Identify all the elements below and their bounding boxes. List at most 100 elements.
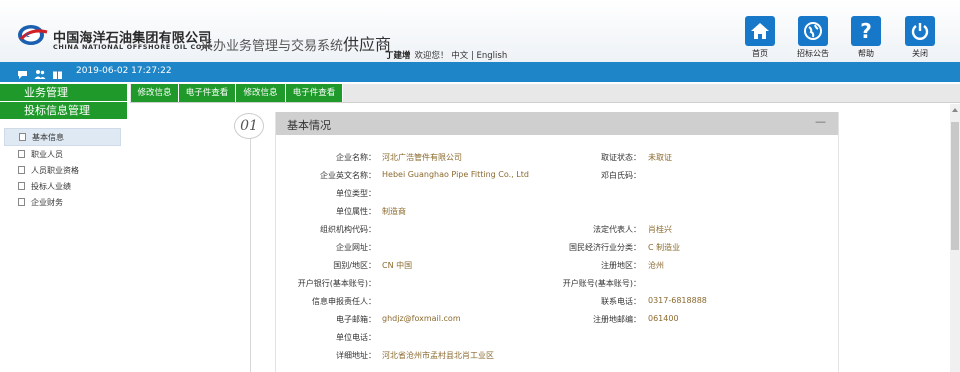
field-label: 注册地邮编：: [593, 315, 641, 324]
view-attachments-button-2[interactable]: 电子件查看: [286, 84, 343, 102]
field-value: 未取证: [648, 153, 672, 162]
cnooc-logo: C: [18, 25, 48, 45]
field-row: 信息申报责任人： 联系电话： 0317-6818888: [276, 296, 838, 314]
document-icon: [18, 198, 25, 206]
field-label: 单位属性：: [336, 207, 376, 216]
info-bar: 2019-06-02 17:27:22: [0, 62, 960, 82]
scrollbar-thumb[interactable]: [951, 122, 959, 250]
users-icon[interactable]: [34, 65, 46, 84]
lang-cn-link[interactable]: 中文: [451, 51, 468, 61]
field-row: 国别/地区： CN 中国 注册地区： 沧州: [276, 260, 838, 278]
sidebar-section-bidding[interactable]: 投标信息管理: [0, 102, 127, 120]
field-row: 企业英文名称： Hebei Guanghao Pipe Fitting Co., …: [276, 170, 838, 188]
home-icon: [745, 16, 775, 46]
home-button[interactable]: 首页: [740, 16, 780, 59]
basic-info-section: 基本情况 — 企业名称： 河北广浩管件有限公司 取证状态： 未取证 企业英文名称： H…: [275, 112, 839, 372]
field-row: 组织机构代码： 法定代表人： 肖桂兴: [276, 224, 838, 242]
field-label: 组织机构代码：: [320, 225, 376, 234]
field-value: 河北广浩管件有限公司: [382, 153, 462, 162]
document-icon: [18, 166, 25, 174]
lang-en-link[interactable]: English: [477, 51, 508, 61]
edit-info-button[interactable]: 修改信息: [131, 84, 179, 102]
field-label: 联系电话：: [601, 297, 641, 306]
gift-icon[interactable]: [52, 65, 63, 84]
field-row: 单位属性： 制造商: [276, 206, 838, 224]
field-label: 单位类型：: [336, 189, 376, 198]
field-label: 电子邮箱：: [336, 315, 376, 324]
sidebar-item-finance[interactable]: 企业财务: [4, 194, 121, 210]
user-name: 丁建增: [385, 51, 411, 61]
field-value: 制造商: [382, 207, 406, 216]
action-tab-bar: 修改信息 电子件查看 修改信息 电子件查看: [130, 84, 960, 103]
field-label: 企业网址：: [336, 243, 376, 252]
sidebar-item-performance[interactable]: 投标人业绩: [4, 178, 121, 194]
field-label: 国民经济行业分类：: [569, 243, 641, 252]
field-label: 详细地址：: [336, 351, 376, 360]
sidebar: 业务管理 投标信息管理 基本信息 职业人员 人员职业资格 投标人业绩 企业财务: [0, 84, 127, 372]
system-title: 采办业务管理与交易系统供应商: [200, 31, 391, 55]
field-label: 法定代表人：: [593, 225, 641, 234]
field-row: 单位电话：: [276, 332, 838, 350]
app-header: C 中国海洋石油集团有限公司 CHINA NATIONAL OFFSHORE O…: [0, 0, 960, 62]
field-row: 详细地址： 河北省沧州市孟村县北肖工业区: [276, 350, 838, 368]
sidebar-item-label: 职业人员: [31, 149, 63, 159]
field-row: 单位类型：: [276, 188, 838, 206]
help-icon: ?: [851, 16, 881, 46]
document-icon: [18, 182, 25, 190]
help-button-label: 帮助: [858, 49, 874, 58]
field-value: Hebei Guanghao Pipe Fitting Co., Ltd: [382, 170, 529, 179]
help-button[interactable]: ? 帮助: [846, 16, 886, 59]
field-label: 邓白氏码：: [601, 171, 641, 180]
field-value: C 制造业: [648, 243, 681, 252]
system-role: 供应商: [343, 35, 392, 54]
home-button-label: 首页: [752, 49, 768, 58]
collapse-button[interactable]: —: [815, 115, 826, 128]
field-label: 注册地区：: [601, 261, 641, 270]
document-icon: [18, 150, 25, 158]
section-title: 基本情况: [287, 119, 331, 132]
system-title-text: 采办业务管理与交易系统: [200, 39, 344, 54]
chat-icon[interactable]: [17, 65, 28, 84]
sidebar-item-label: 企业财务: [31, 197, 63, 207]
field-value: 肖桂兴: [648, 225, 672, 234]
timeline-line: [250, 132, 251, 372]
tender-notice-label: 招标公告: [797, 49, 829, 58]
field-value: CN 中国: [382, 261, 413, 270]
sidebar-item-label: 人员职业资格: [31, 165, 79, 175]
sidebar-item-staff[interactable]: 职业人员: [4, 146, 121, 162]
globe-icon: [798, 16, 828, 46]
document-icon: [19, 133, 26, 141]
view-attachments-button[interactable]: 电子件查看: [179, 84, 236, 102]
field-label: 信息申报责任人：: [312, 297, 376, 306]
field-value: 0317-6818888: [648, 296, 707, 305]
field-row: 企业名称： 河北广浩管件有限公司 取证状态： 未取证: [276, 152, 838, 170]
sidebar-item-label: 基本信息: [32, 132, 64, 142]
field-value: 沧州: [648, 261, 664, 270]
field-label: 开户银行(基本账号)：: [297, 279, 376, 288]
edit-info-button-2[interactable]: 修改信息: [236, 84, 286, 102]
lang-separator: |: [470, 51, 474, 61]
sidebar-item-label: 投标人业绩: [31, 181, 71, 191]
field-value: ghdjz@foxmail.com: [382, 314, 461, 323]
scroll-up-arrow-icon[interactable]: [952, 108, 958, 112]
close-button[interactable]: 关闭: [900, 16, 940, 59]
tender-notice-button[interactable]: 招标公告: [793, 16, 833, 59]
vertical-scrollbar[interactable]: [950, 104, 960, 372]
section-number: 01: [234, 113, 264, 139]
close-button-label: 关闭: [912, 49, 928, 58]
current-datetime: 2019-06-02 17:27:22: [76, 66, 172, 76]
company-name-en: CHINA NATIONAL OFFSHORE OIL CORP: [53, 43, 213, 51]
sidebar-section-business[interactable]: 业务管理: [0, 84, 127, 102]
field-value: 061400: [648, 314, 679, 323]
field-label: 国别/地区：: [333, 261, 376, 270]
field-label: 企业名称：: [336, 153, 376, 162]
power-icon: [905, 16, 935, 46]
user-line: 丁建增 欢迎您！ 中文 | English: [385, 49, 507, 61]
section-header: 基本情况 —: [276, 112, 838, 135]
sidebar-item-basic-info[interactable]: 基本信息: [4, 128, 121, 146]
field-row: 企业网址： 国民经济行业分类： C 制造业: [276, 242, 838, 260]
field-value: 河北省沧州市孟村县北肖工业区: [382, 351, 494, 360]
field-label: 取证状态：: [601, 153, 641, 162]
sidebar-item-qualifications[interactable]: 人员职业资格: [4, 162, 121, 178]
field-label: 单位电话：: [336, 333, 376, 342]
